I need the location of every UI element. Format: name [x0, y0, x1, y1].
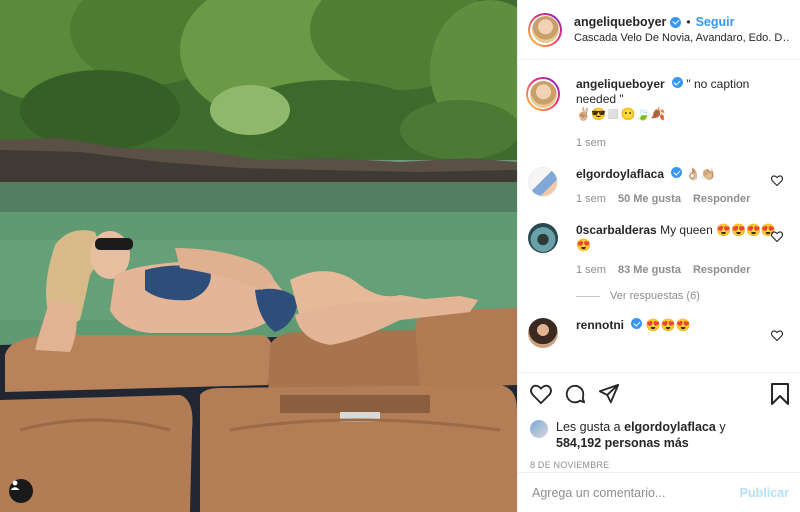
- post-date[interactable]: 8 DE NOVIEMBRE: [530, 460, 789, 470]
- follow-button[interactable]: Seguir: [696, 15, 735, 29]
- post-photo[interactable]: [0, 0, 517, 512]
- likes-count[interactable]: 584,192 personas más: [556, 436, 689, 450]
- comment-input[interactable]: [532, 485, 732, 500]
- reply-button[interactable]: Responder: [693, 192, 750, 207]
- likes-connector: y: [719, 420, 726, 434]
- photo-illustration: [0, 0, 517, 512]
- comment-avatar[interactable]: [528, 318, 558, 348]
- post-actions: Les gusta a elgordoylaflaca y 584,192 pe…: [518, 372, 800, 470]
- share-icon[interactable]: [598, 383, 620, 405]
- caption: angeliqueboyer " no caption needed " ✌🏼😎…: [518, 61, 800, 151]
- comment-text: 😍😍😍: [645, 318, 691, 332]
- comment-like-heart-icon[interactable]: [771, 231, 783, 242]
- comment-avatar[interactable]: [528, 223, 558, 253]
- likes-summary: Les gusta a elgordoylaflaca y 584,192 pe…: [530, 419, 789, 451]
- reply-button[interactable]: Responder: [693, 263, 750, 278]
- likes-prefix: Les gusta a: [556, 420, 621, 434]
- verified-badge-icon: [671, 167, 683, 178]
- post-location[interactable]: Cascada Velo De Novia, Avandaro, Edo. De…: [574, 32, 790, 44]
- add-comment-bar: Publicar: [518, 472, 800, 512]
- comment-time[interactable]: 1 sem: [576, 192, 606, 207]
- comment-username[interactable]: rennotni: [576, 318, 624, 332]
- caption-username[interactable]: angeliqueboyer: [576, 77, 665, 91]
- comment-item: elgordoylaflaca 👌🏼👏🏼 1 sem 50 Me gusta R…: [518, 167, 800, 207]
- caption-emojis: ✌🏼😎◻️😶🍃🍂: [576, 107, 666, 121]
- user-tag-icon[interactable]: [9, 479, 33, 503]
- comment-likes[interactable]: 50 Me gusta: [618, 192, 681, 207]
- comment-icon[interactable]: [564, 383, 586, 405]
- caption-author-avatar[interactable]: [526, 77, 560, 111]
- comment-time[interactable]: 1 sem: [576, 263, 606, 278]
- bookmark-icon[interactable]: [771, 383, 789, 405]
- heart-icon[interactable]: [530, 384, 552, 404]
- comment-avatar[interactable]: [528, 167, 558, 197]
- comment-item: 0scarbalderas My queen 😍😍😍😍😍 1 sem 83 Me…: [518, 223, 800, 278]
- post-side-panel: angeliqueboyer • Seguir Cascada Velo De …: [517, 0, 800, 512]
- verified-badge-icon: [631, 318, 643, 329]
- author-avatar[interactable]: [528, 12, 562, 47]
- separator-dot: •: [686, 15, 691, 29]
- liked-by-username[interactable]: elgordoylaflaca: [624, 420, 716, 434]
- comment-username[interactable]: 0scarbalderas: [576, 223, 657, 237]
- comment-like-heart-icon[interactable]: [771, 330, 783, 341]
- caption-time[interactable]: 1 sem: [576, 136, 606, 151]
- liked-by-avatar[interactable]: [530, 420, 548, 438]
- comment-item: rennotni 😍😍😍: [518, 318, 800, 348]
- comment-likes[interactable]: 83 Me gusta: [618, 263, 681, 278]
- view-replies-button[interactable]: Ver respuestas (6): [576, 290, 800, 302]
- comment-text: 👌🏼👏🏼: [685, 167, 716, 181]
- publish-button[interactable]: Publicar: [740, 486, 789, 500]
- author-username[interactable]: angeliqueboyer: [574, 15, 666, 29]
- comment-username[interactable]: elgordoylaflaca: [576, 167, 664, 181]
- comments-list[interactable]: angeliqueboyer " no caption needed " ✌🏼😎…: [518, 61, 800, 371]
- comment-like-heart-icon[interactable]: [771, 175, 783, 186]
- verified-badge-icon: [672, 77, 684, 88]
- post-header: angeliqueboyer • Seguir Cascada Velo De …: [518, 0, 800, 60]
- verified-badge-icon: [670, 16, 682, 28]
